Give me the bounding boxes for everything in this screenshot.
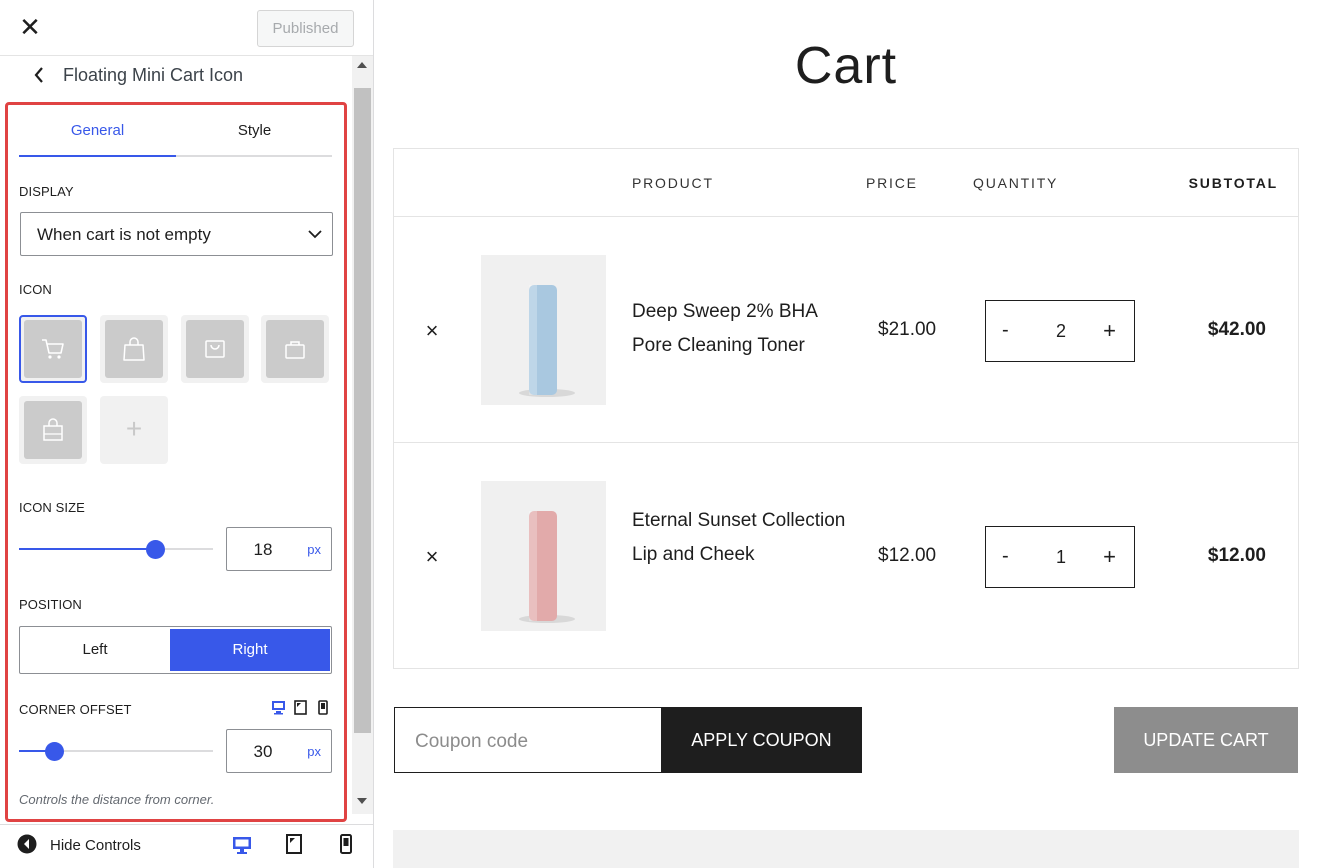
site-preview: Cart PRODUCT PRICE QUANTITY SUBTOTAL × D… xyxy=(374,0,1318,868)
corner-offset-unit[interactable]: px xyxy=(307,744,321,759)
column-header-subtotal: SUBTOTAL xyxy=(1188,175,1278,191)
product-thumbnail[interactable] xyxy=(481,481,606,631)
icon-label: ICON xyxy=(19,282,52,297)
remove-item-icon[interactable]: × xyxy=(422,546,442,568)
icon-option-bag[interactable] xyxy=(100,315,168,383)
cart-totals-section xyxy=(393,830,1299,868)
publish-button[interactable]: Published xyxy=(257,10,354,47)
position-toggle-group: Left Right xyxy=(19,626,332,674)
corner-offset-label: CORNER OFFSET xyxy=(19,702,132,717)
product-subtotal: $12.00 xyxy=(1207,545,1266,566)
column-header-product: PRODUCT xyxy=(632,175,714,191)
chevron-left-icon[interactable] xyxy=(28,62,52,88)
icon-option-tote[interactable] xyxy=(19,396,87,464)
remove-item-icon[interactable]: × xyxy=(422,320,442,342)
mobile-icon[interactable] xyxy=(318,700,328,715)
apply-coupon-button[interactable]: APPLY COUPON xyxy=(661,707,862,773)
panel-tabs: General Style xyxy=(19,108,332,157)
table-row: × Deep Sweep 2% BHA Pore Cleaning Toner … xyxy=(394,216,1298,442)
customizer-header: ✕ Published xyxy=(0,0,373,56)
preview-desktop-icon[interactable] xyxy=(232,835,252,855)
corner-offset-input[interactable]: 30 px xyxy=(226,729,332,773)
page-title: Cart xyxy=(794,37,898,95)
icon-size-unit[interactable]: px xyxy=(307,542,321,557)
customizer-sidebar: ✕ Published Floating Mini Cart Icon Gene… xyxy=(0,0,374,868)
quantity-stepper[interactable]: - 1 + xyxy=(985,526,1135,588)
plus-icon: + xyxy=(125,413,143,444)
tab-general[interactable]: General xyxy=(19,108,176,157)
coupon-code-input[interactable]: Coupon code xyxy=(394,707,662,773)
hide-controls-icon[interactable] xyxy=(17,834,37,854)
scroll-down-arrow-icon[interactable] xyxy=(357,798,367,804)
tote-bag-icon xyxy=(43,418,63,441)
display-select[interactable]: When cart is not empty xyxy=(20,212,333,256)
slider-fill xyxy=(19,548,155,550)
quantity-increase-button[interactable]: + xyxy=(1103,544,1116,570)
cart-table: PRODUCT PRICE QUANTITY SUBTOTAL × Deep S… xyxy=(393,148,1299,669)
product-subtotal: $42.00 xyxy=(1207,319,1266,340)
tab-style[interactable]: Style xyxy=(176,108,333,156)
scrollbar-thumb[interactable] xyxy=(354,88,371,733)
icon-option-basket[interactable] xyxy=(181,315,249,383)
column-header-quantity: QUANTITY xyxy=(973,175,1059,191)
position-label: POSITION xyxy=(19,597,82,612)
scroll-up-arrow-icon[interactable] xyxy=(357,62,367,68)
slider-thumb[interactable] xyxy=(145,540,165,559)
position-left-button[interactable]: Left xyxy=(20,627,170,673)
close-icon[interactable]: ✕ xyxy=(18,14,42,40)
customizer-footer: Hide Controls xyxy=(0,824,373,868)
icon-size-input[interactable]: 18 px xyxy=(226,527,332,571)
column-header-price: PRICE xyxy=(866,175,918,191)
desktop-icon[interactable] xyxy=(271,700,286,715)
product-price: $12.00 xyxy=(878,545,937,566)
cart-icon xyxy=(42,339,64,359)
product-name-link[interactable]: Deep Sweep 2% BHA Pore Cleaning Toner xyxy=(632,295,847,363)
icon-size-value: 18 xyxy=(253,540,273,559)
briefcase-bag-icon xyxy=(285,341,305,359)
chevron-down-icon xyxy=(308,230,322,239)
icon-option-briefcase[interactable] xyxy=(261,315,329,383)
basket-tray-icon xyxy=(205,340,225,358)
update-cart-button[interactable]: UPDATE CART xyxy=(1114,707,1298,773)
shopping-bag-icon xyxy=(123,337,145,361)
quantity-stepper[interactable]: - 2 + xyxy=(985,300,1135,362)
table-row: × Eternal Sunset Collection Lip and Chee… xyxy=(394,442,1298,668)
icon-size-label: ICON SIZE xyxy=(19,500,85,515)
icon-option-cart[interactable] xyxy=(19,315,87,383)
product-thumbnail[interactable] xyxy=(481,255,606,405)
display-select-value: When cart is not empty xyxy=(37,225,211,244)
product-price: $21.00 xyxy=(878,319,937,340)
corner-offset-help: Controls the distance from corner. xyxy=(19,792,215,807)
product-name-link[interactable]: Eternal Sunset Collection Lip and Cheek xyxy=(632,504,847,572)
preview-tablet-icon[interactable] xyxy=(286,834,302,854)
position-right-button[interactable]: Right xyxy=(170,629,330,671)
hide-controls-button[interactable]: Hide Controls xyxy=(50,837,141,854)
display-label: DISPLAY xyxy=(19,184,74,199)
tablet-icon[interactable] xyxy=(294,700,307,715)
corner-offset-value: 30 xyxy=(253,742,273,761)
coupon-placeholder: Coupon code xyxy=(415,731,529,752)
panel-title: Floating Mini Cart Icon xyxy=(63,65,244,85)
add-icon-button[interactable]: + xyxy=(100,396,168,464)
slider-thumb[interactable] xyxy=(44,742,64,761)
panel-header: Floating Mini Cart Icon xyxy=(0,56,352,96)
preview-mobile-icon[interactable] xyxy=(340,834,352,854)
quantity-increase-button[interactable]: + xyxy=(1103,318,1116,344)
